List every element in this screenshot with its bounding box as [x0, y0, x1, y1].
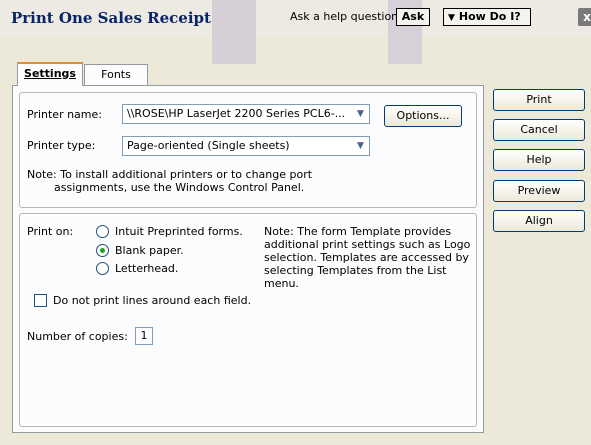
radio-preprinted[interactable] — [96, 225, 109, 238]
printer-name-value: \\ROSE\HP LaserJet 2200 Series PCL6-... — [127, 107, 346, 120]
printer-note-line2: assignments, use the Windows Control Pan… — [54, 181, 305, 194]
printer-type-label: Printer type: — [27, 139, 96, 152]
print-on-label: Print on: — [27, 225, 74, 238]
ask-button[interactable]: Ask — [396, 8, 430, 26]
chevron-down-icon: ▼ — [352, 137, 369, 155]
no-lines-checkbox[interactable] — [34, 294, 47, 307]
print-button[interactable]: Print — [493, 89, 585, 111]
print-on-group: Print on: Intuit Preprinted forms. Blank… — [19, 213, 477, 427]
radio-preprinted-label[interactable]: Intuit Preprinted forms. — [115, 225, 243, 238]
radio-blank-paper-label[interactable]: Blank paper. — [115, 244, 184, 257]
align-button[interactable]: Align — [493, 210, 585, 232]
radio-blank-paper[interactable] — [96, 244, 109, 257]
print-dialog-window: Print One Sales Receipt Ask a help quest… — [0, 0, 591, 445]
tab-settings[interactable]: Settings — [17, 62, 83, 86]
settings-panel: Printer name: \\ROSE\HP LaserJet 2200 Se… — [12, 85, 484, 433]
printer-name-select[interactable]: \\ROSE\HP LaserJet 2200 Series PCL6-... … — [122, 104, 370, 124]
tab-fonts[interactable]: Fonts — [84, 64, 148, 86]
radio-letterhead[interactable] — [96, 262, 109, 275]
window-title: Print One Sales Receipt — [11, 9, 211, 27]
how-do-i-button[interactable]: ▼ How Do I? — [443, 8, 531, 26]
tab-settings-label: Settings — [24, 67, 76, 80]
close-icon[interactable]: x — [578, 8, 591, 26]
cancel-button[interactable]: Cancel — [493, 119, 585, 141]
template-note-line: selection. Templates are accessed by — [264, 251, 469, 264]
tab-fonts-label: Fonts — [101, 68, 131, 81]
printer-name-label: Printer name: — [27, 108, 102, 121]
printer-type-select[interactable]: Page-oriented (Single sheets) ▼ — [122, 136, 370, 156]
printer-type-value: Page-oriented (Single sheets) — [127, 139, 290, 152]
template-note-line: menu. — [264, 277, 299, 290]
printer-note-line1: Note: To install additional printers or … — [27, 168, 313, 181]
preview-button[interactable]: Preview — [493, 180, 585, 202]
options-button[interactable]: Options... — [384, 105, 462, 127]
template-note: Note: The form Template provides additio… — [264, 225, 470, 290]
no-lines-label[interactable]: Do not print lines around each field. — [53, 294, 251, 307]
help-button[interactable]: Help — [493, 149, 585, 171]
copies-label: Number of copies: — [27, 330, 128, 343]
template-note-line: additional print settings such as Logo — [264, 238, 471, 251]
radio-letterhead-label[interactable]: Letterhead. — [115, 262, 178, 275]
copies-input[interactable]: 1 — [135, 327, 153, 345]
watermark-shape-left — [212, 0, 256, 64]
template-note-line: selecting Templates from the List — [264, 264, 447, 277]
how-do-i-label: How Do I? — [458, 10, 521, 23]
template-note-line: Note: The form Template provides — [264, 225, 452, 238]
title-bar: Print One Sales Receipt Ask a help quest… — [0, 0, 591, 64]
printer-group: Printer name: \\ROSE\HP LaserJet 2200 Se… — [19, 92, 477, 208]
chevron-down-icon: ▼ — [352, 105, 369, 123]
help-question-label: Ask a help question — [290, 10, 399, 23]
dropdown-triangle-icon: ▼ — [448, 13, 455, 23]
